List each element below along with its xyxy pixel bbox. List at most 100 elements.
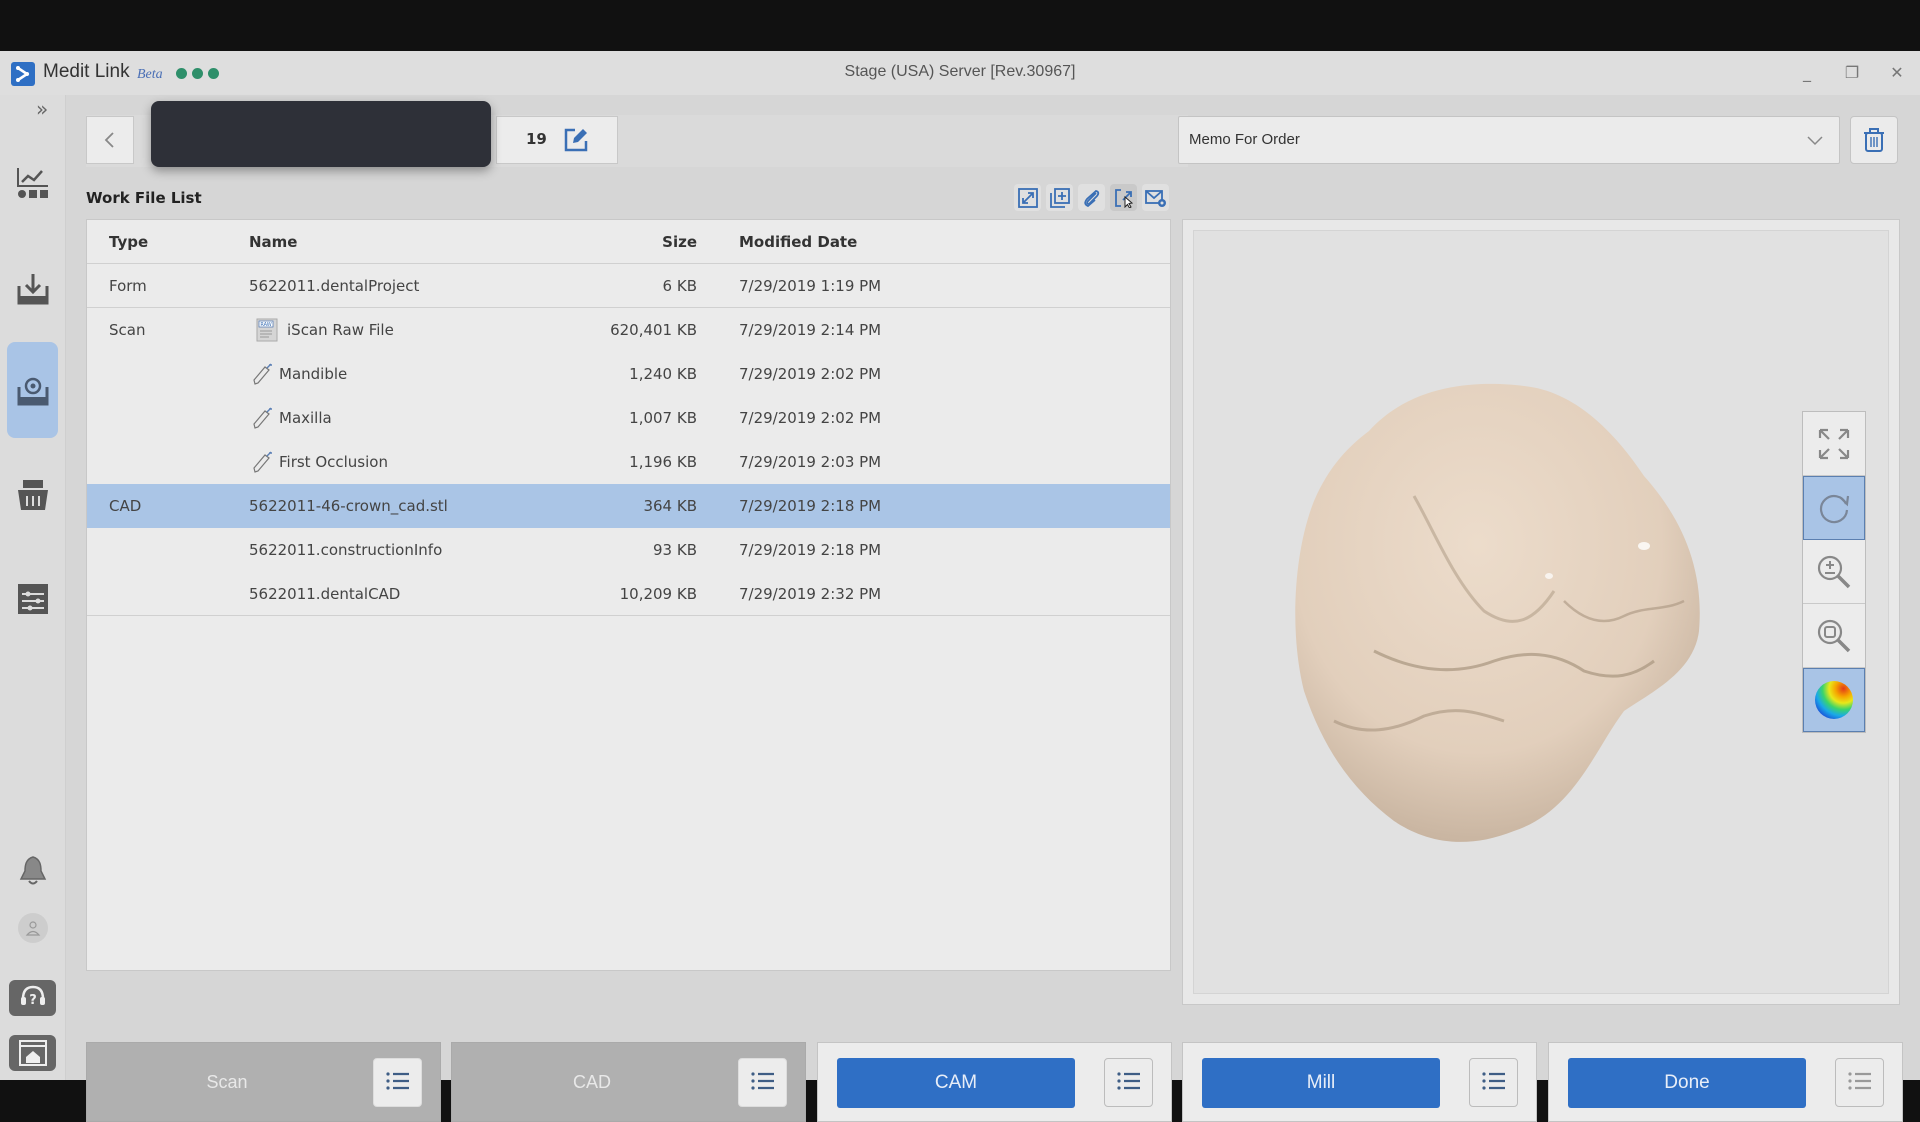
attach-icon (1083, 189, 1099, 207)
bell-icon[interactable] (18, 855, 48, 891)
memo-select[interactable]: Memo For Order (1178, 116, 1840, 164)
sidebar-item-cart[interactable] (7, 447, 58, 543)
chevron-left-icon (104, 132, 114, 148)
cell-type: Form (109, 277, 147, 295)
column-header-size[interactable]: Size (537, 220, 697, 264)
expand-icon (1017, 187, 1038, 208)
cell-type: CAD (109, 497, 142, 515)
column-header-name[interactable]: Name (249, 220, 297, 264)
color-map-button[interactable] (1803, 668, 1865, 732)
svg-text:RAW: RAW (260, 322, 271, 328)
cell-size: 364 KB (643, 497, 697, 515)
expand-button[interactable] (1014, 184, 1041, 211)
done-stage-button[interactable]: Done (1568, 1058, 1806, 1108)
user-avatar-icon[interactable] (18, 913, 48, 943)
cad-stage-button[interactable]: CAD (452, 1043, 732, 1121)
mail-settings-button[interactable] (1142, 184, 1169, 211)
cell-size: 1,007 KB (629, 409, 697, 427)
scan-list-button[interactable] (373, 1058, 422, 1107)
basket-icon (17, 480, 48, 510)
fit-view-button[interactable] (1803, 412, 1865, 476)
sidebar-item-settings[interactable] (7, 551, 58, 647)
maximize-button[interactable]: ❐ (1838, 59, 1866, 87)
list-icon (1847, 1070, 1873, 1096)
cell-size: 93 KB (653, 541, 697, 559)
3d-canvas[interactable] (1193, 230, 1889, 994)
cell-size: 10,209 KB (619, 585, 697, 603)
scanner-wand-icon (253, 407, 272, 429)
cell-date: 7/29/2019 1:19 PM (739, 277, 882, 295)
trash-icon (1864, 128, 1884, 152)
cell-date: 7/29/2019 2:02 PM (739, 365, 882, 383)
add-file-button[interactable] (1046, 184, 1073, 211)
scan-stage-button[interactable]: Scan (87, 1043, 367, 1121)
cam-list-button[interactable] (1104, 1058, 1153, 1107)
delete-memo-button[interactable] (1850, 116, 1898, 164)
cell-size: 1,240 KB (629, 365, 697, 383)
zoom-region-button[interactable] (1803, 604, 1865, 668)
case-name-field[interactable] (496, 116, 618, 164)
cell-name: First Occlusion (279, 453, 388, 471)
zoom-plus-minus-icon (1817, 555, 1851, 588)
case-number: 19 (526, 130, 547, 148)
server-title: Stage (USA) Server [Rev.30967] (844, 63, 1076, 80)
color-sphere-icon (1815, 681, 1853, 719)
sidebar-item-inbox[interactable] (7, 241, 58, 337)
expand-sidebar-icon[interactable]: » (36, 97, 48, 121)
cad-list-button[interactable] (738, 1058, 787, 1107)
cell-name: Mandible (279, 365, 348, 383)
rotate-button[interactable] (1803, 476, 1865, 540)
mill-stage-button[interactable]: Mill (1202, 1058, 1440, 1108)
sidebar-item-work-box[interactable] (7, 342, 58, 438)
main-content: 19 Memo For Order Work File List Type Na… (66, 95, 1920, 1122)
help-headset-icon[interactable]: ? (9, 980, 56, 1016)
stage-cad: CAD (451, 1042, 806, 1122)
table-row[interactable]: First Occlusion 1,196 KB 7/29/2019 2:03 PM (87, 440, 1170, 484)
stage-cam: CAM (817, 1042, 1172, 1122)
done-list-button[interactable] (1835, 1058, 1884, 1107)
cell-date: 7/29/2019 2:02 PM (739, 409, 882, 427)
table-row[interactable]: 5622011.constructionInfo 93 KB 7/29/2019 2… (87, 528, 1170, 572)
table-row[interactable]: CAD 5622011-46-crown_cad.stl 364 KB 7/29/20… (87, 484, 1170, 528)
column-header-date[interactable]: Modified Date (739, 220, 857, 264)
table-row[interactable]: 5622011.dentalCAD 10,209 KB 7/29/2019 2:32… (87, 572, 1170, 616)
inbox-sync-icon (17, 377, 48, 406)
edit-case-icon[interactable] (563, 127, 589, 153)
chevron-down-icon (1807, 136, 1823, 146)
home-window-icon[interactable] (9, 1035, 56, 1071)
cell-date: 7/29/2019 2:32 PM (739, 585, 882, 603)
raw-file-icon: RAW (256, 318, 278, 342)
export-icon (1114, 188, 1133, 208)
zoom-button[interactable] (1803, 540, 1865, 604)
tooltip-popup (151, 101, 491, 167)
column-header-type[interactable]: Type (109, 220, 148, 264)
rotate-icon (1819, 494, 1850, 524)
tooth-crown-model[interactable] (1194, 231, 1890, 995)
cell-date: 7/29/2019 2:03 PM (739, 453, 882, 471)
minimize-button[interactable]: _ (1793, 59, 1821, 87)
stage-scan: Scan (86, 1042, 441, 1122)
export-button[interactable] (1110, 184, 1137, 211)
table-row[interactable]: Form 5622011.dentalProject 6 KB 7/29/2019 1… (87, 264, 1170, 308)
fit-expand-icon (1818, 428, 1850, 459)
app-window: Medit Link Beta Stage (USA) Server [Rev.… (0, 51, 1920, 1122)
attach-button[interactable] (1078, 184, 1105, 211)
cell-size: 6 KB (662, 277, 697, 295)
cell-date: 7/29/2019 2:14 PM (739, 321, 882, 339)
scanner-wand-icon (253, 451, 272, 473)
list-icon (385, 1070, 411, 1096)
sidebar-item-dashboard[interactable] (7, 135, 58, 231)
cell-size: 1,196 KB (629, 453, 697, 471)
screen-top-bar (0, 0, 1920, 51)
table-row[interactable]: Scan RAW iScan Raw File 620,401 KB 7/29/2019… (87, 308, 1170, 352)
table-row[interactable]: Maxilla 1,007 KB 7/29/2019 2:02 PM (87, 396, 1170, 440)
mill-list-button[interactable] (1469, 1058, 1518, 1107)
back-button[interactable] (86, 116, 134, 164)
table-row[interactable]: Mandible 1,240 KB 7/29/2019 2:02 PM (87, 352, 1170, 396)
scanner-wand-icon (253, 363, 272, 385)
list-icon (750, 1070, 776, 1096)
close-button[interactable]: ✕ (1883, 59, 1911, 87)
cam-stage-button[interactable]: CAM (837, 1058, 1075, 1108)
memo-select-value: Memo For Order (1189, 131, 1300, 148)
cell-name: 5622011-46-crown_cad.stl (249, 497, 448, 515)
